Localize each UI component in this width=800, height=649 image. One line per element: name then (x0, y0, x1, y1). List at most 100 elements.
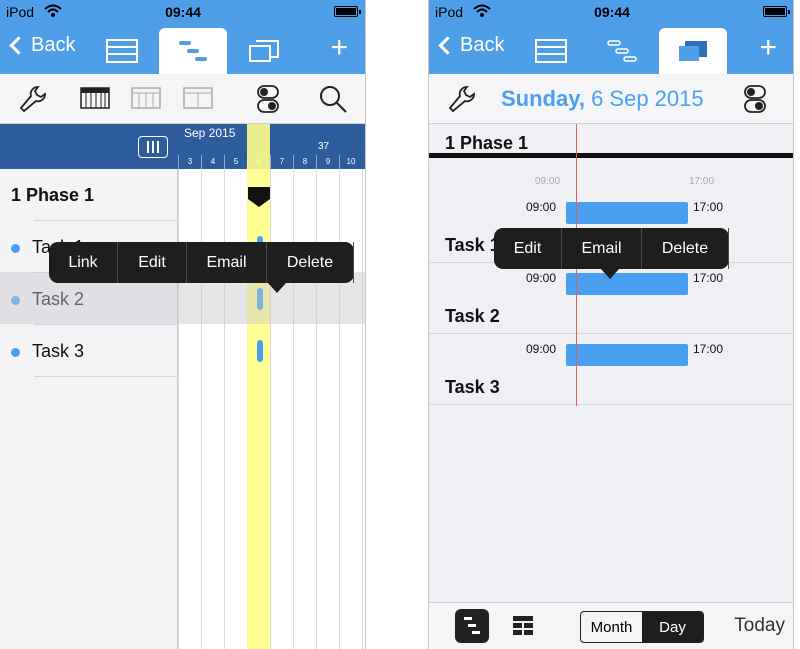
segment-day[interactable]: Day (642, 612, 703, 642)
timeline-day: 10 (339, 155, 362, 169)
context-menu: Edit Email Delete (494, 228, 729, 279)
back-label: Back (460, 34, 505, 56)
cards-icon (249, 40, 279, 62)
nav-bar: Back + (0, 24, 365, 74)
task-start-time: 09:00 (526, 342, 557, 356)
segment-month[interactable]: Month (581, 612, 642, 642)
current-date[interactable]: Sunday, 6 Sep 2015 (501, 86, 704, 112)
task-start-time: 09:00 (526, 271, 557, 285)
tab-table[interactable] (517, 28, 585, 74)
chevron-left-icon (438, 36, 457, 55)
battery-icon (334, 6, 361, 17)
status-bar: iPod 09:44 (429, 0, 793, 24)
outline-icon (464, 617, 480, 634)
timeline-days: 3 4 5 6 7 8 9 10 (178, 155, 362, 169)
hint-end-time: 17:00 (689, 176, 715, 187)
gantt-chart[interactable] (178, 124, 365, 649)
menu-arrow (601, 269, 619, 279)
tab-table[interactable] (88, 28, 156, 74)
timeline-header: Sep 2015 37 3 4 5 6 7 8 9 10 (178, 124, 365, 169)
toolbar (0, 74, 365, 124)
task-name: Task 3 (445, 377, 500, 397)
chevron-left-icon (9, 36, 28, 55)
timeline-month: Sep 2015 (184, 126, 236, 140)
menu-item-delete[interactable]: Delete (642, 228, 729, 269)
phase-label: 1 Phase 1 (11, 185, 95, 205)
cards-icon (679, 41, 707, 61)
day-task-row[interactable]: 09:00 17:00 Task 3 (429, 334, 793, 405)
timeline-day: 5 (224, 155, 247, 169)
back-button[interactable]: Back (8, 34, 75, 57)
toggle-settings-icon[interactable] (743, 84, 767, 119)
gantt-view-button[interactable] (455, 609, 489, 643)
add-button[interactable]: + (759, 33, 777, 63)
task-end-time: 17:00 (693, 342, 724, 356)
add-button[interactable]: + (330, 33, 348, 63)
timeline-day: 8 (293, 155, 316, 169)
task-list: 1 Phase 1 Task 1 Task 2 Task 3 (0, 169, 178, 649)
phase-label: 1 Phase 1 (445, 133, 529, 153)
clock: 09:44 (594, 4, 630, 20)
wrench-icon[interactable] (447, 84, 477, 119)
tab-calendar[interactable] (230, 28, 298, 74)
task-end-time: 17:00 (693, 200, 724, 214)
task-dot-icon (11, 348, 20, 357)
week-grid-icon[interactable] (80, 84, 110, 115)
phase-bar[interactable] (248, 187, 270, 207)
year-grid-icon[interactable] (183, 84, 213, 115)
month-grid-icon[interactable] (131, 84, 161, 115)
tab-gantt[interactable] (159, 28, 227, 74)
toolbar: Sunday, 6 Sep 2015 (429, 74, 793, 124)
view-segment: Month Day (580, 611, 704, 643)
date-rest: 6 Sep 2015 (584, 86, 704, 111)
columns-button[interactable] (138, 136, 168, 158)
search-icon[interactable] (318, 84, 348, 119)
day-screen: iPod 09:44 Back + Sunday, 6 Sep 2015 1 P… (428, 0, 794, 649)
task-bar[interactable] (566, 344, 688, 366)
clock: 09:44 (165, 4, 201, 20)
menu-item-email[interactable]: Email (187, 242, 267, 283)
phase-header[interactable]: 1 Phase 1 (429, 124, 793, 158)
task-label: Task 3 (32, 341, 85, 361)
task-dot-icon (11, 244, 20, 253)
table-icon (535, 39, 567, 63)
nav-bar: Back + (429, 24, 793, 74)
rows-icon (513, 616, 533, 635)
menu-item-email[interactable]: Email (562, 228, 642, 269)
battery-icon (763, 6, 790, 17)
back-button[interactable]: Back (437, 34, 504, 57)
gantt-header-left (0, 124, 178, 169)
table-icon (106, 39, 138, 63)
gantt-icon (607, 40, 637, 62)
task-start-time: 09:00 (526, 200, 557, 214)
status-bar: iPod 09:44 (0, 0, 365, 24)
task-bar[interactable] (566, 202, 688, 224)
timeline-day: 7 (270, 155, 293, 169)
list-view-button[interactable] (511, 613, 535, 644)
menu-item-delete[interactable]: Delete (267, 242, 354, 283)
wrench-icon[interactable] (18, 84, 48, 119)
menu-arrow (268, 283, 286, 293)
task-name: Task 1 (445, 235, 500, 255)
task-row[interactable]: Task 3 (0, 325, 178, 377)
timeline-day: 3 (178, 155, 201, 169)
timeline-week: 37 (318, 141, 330, 152)
timeline-day: 9 (316, 155, 339, 169)
back-label: Back (31, 34, 76, 56)
gantt-screen: iPod 09:44 Back + Sep 2015 37 3 4 5 7 8 … (0, 0, 366, 649)
tab-gantt[interactable] (588, 28, 656, 74)
task-bar[interactable] (566, 273, 688, 295)
today-button[interactable]: Today (734, 615, 785, 637)
toggle-settings-icon[interactable] (256, 84, 280, 119)
task-end-time: 17:00 (693, 271, 724, 285)
bottom-toolbar: Month Day Today (429, 602, 793, 649)
phase-row[interactable]: 1 Phase 1 (0, 169, 178, 221)
menu-item-edit[interactable]: Edit (494, 228, 562, 269)
tab-calendar[interactable] (659, 28, 727, 74)
context-menu: Link Edit Email Delete (49, 242, 354, 293)
menu-item-link[interactable]: Link (49, 242, 118, 283)
timeline-day: 4 (201, 155, 224, 169)
gantt-icon (179, 41, 207, 61)
task-bar[interactable] (257, 340, 263, 362)
menu-item-edit[interactable]: Edit (118, 242, 187, 283)
